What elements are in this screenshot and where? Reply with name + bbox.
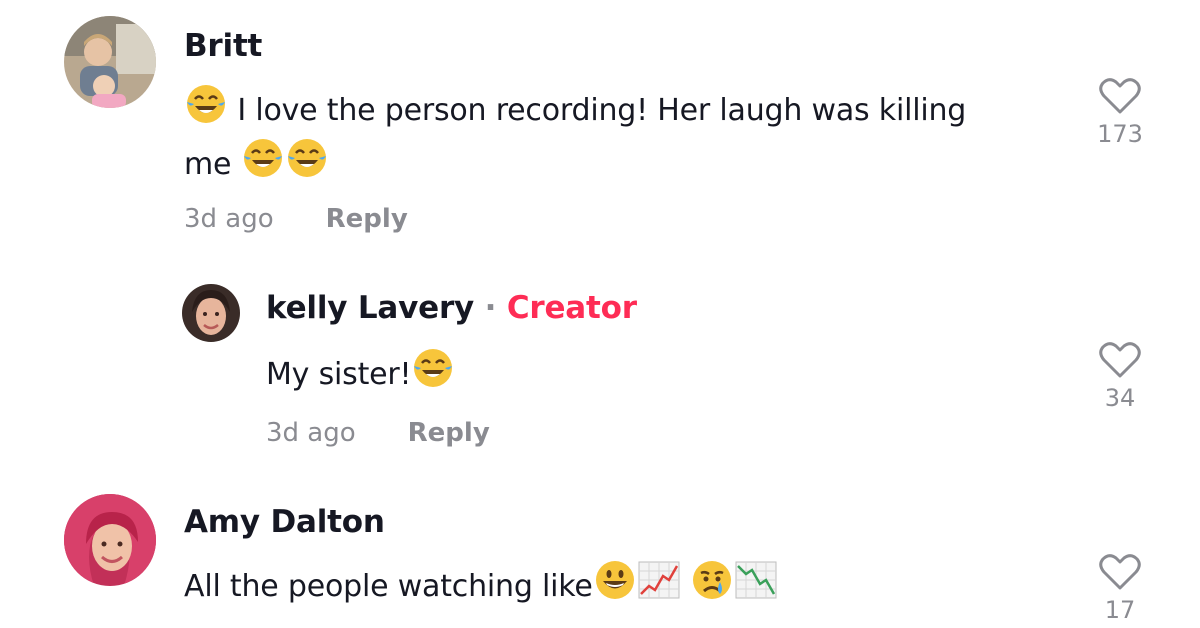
- grinning-face-emoji: [593, 558, 637, 602]
- comment-text-line: All the people watching like: [184, 569, 593, 604]
- comment-text: All the people watching like: [184, 558, 778, 612]
- comment-text: My sister!: [266, 346, 455, 400]
- like-button[interactable]: 34: [1088, 340, 1152, 412]
- avatar[interactable]: [182, 284, 240, 342]
- comment-meta: 3d ago Reply: [184, 204, 408, 234]
- comment-text-line: me: [184, 147, 232, 182]
- like-button[interactable]: 17: [1088, 552, 1152, 624]
- heart-outline-icon: [1099, 554, 1141, 590]
- avatar[interactable]: [64, 494, 156, 586]
- laughing-tears-emoji: [241, 136, 285, 180]
- chart-decreasing-emoji: [734, 558, 778, 602]
- separator-dot: ·: [484, 290, 497, 326]
- laughing-tears-emoji: [285, 136, 329, 180]
- heart-outline-icon: [1099, 342, 1141, 378]
- chart-increasing-emoji: [637, 558, 681, 602]
- creator-badge: Creator: [506, 290, 637, 326]
- reply-button[interactable]: Reply: [408, 418, 490, 448]
- author-name[interactable]: kelly Lavery: [266, 290, 474, 326]
- reply-button[interactable]: Reply: [326, 204, 408, 234]
- comment-timestamp: 3d ago: [184, 204, 274, 234]
- comment-text-line: My sister!: [266, 357, 412, 392]
- laughing-tears-emoji: [184, 82, 228, 126]
- avatar[interactable]: [64, 16, 156, 108]
- like-count: 34: [1104, 384, 1136, 412]
- heart-outline-icon: [1099, 78, 1141, 114]
- comment-timestamp: 3d ago: [266, 418, 356, 448]
- crying-face-emoji: [690, 558, 734, 602]
- like-count: 173: [1097, 120, 1143, 148]
- avatar-photo: [64, 494, 156, 586]
- comment-text: I love the person recording! Her laugh w…: [184, 82, 1064, 190]
- like-count: 17: [1104, 596, 1136, 624]
- avatar-photo: [182, 284, 240, 342]
- avatar-photo: [64, 16, 156, 108]
- comment-author: kelly Lavery · Creator: [266, 290, 637, 326]
- like-button[interactable]: 173: [1088, 76, 1152, 148]
- laughing-tears-emoji: [411, 346, 455, 390]
- comment-meta: 3d ago Reply: [266, 418, 490, 448]
- comment-text-line: I love the person recording! Her laugh w…: [237, 93, 967, 128]
- comment-author[interactable]: Britt: [184, 28, 262, 64]
- comment-author[interactable]: Amy Dalton: [184, 504, 385, 540]
